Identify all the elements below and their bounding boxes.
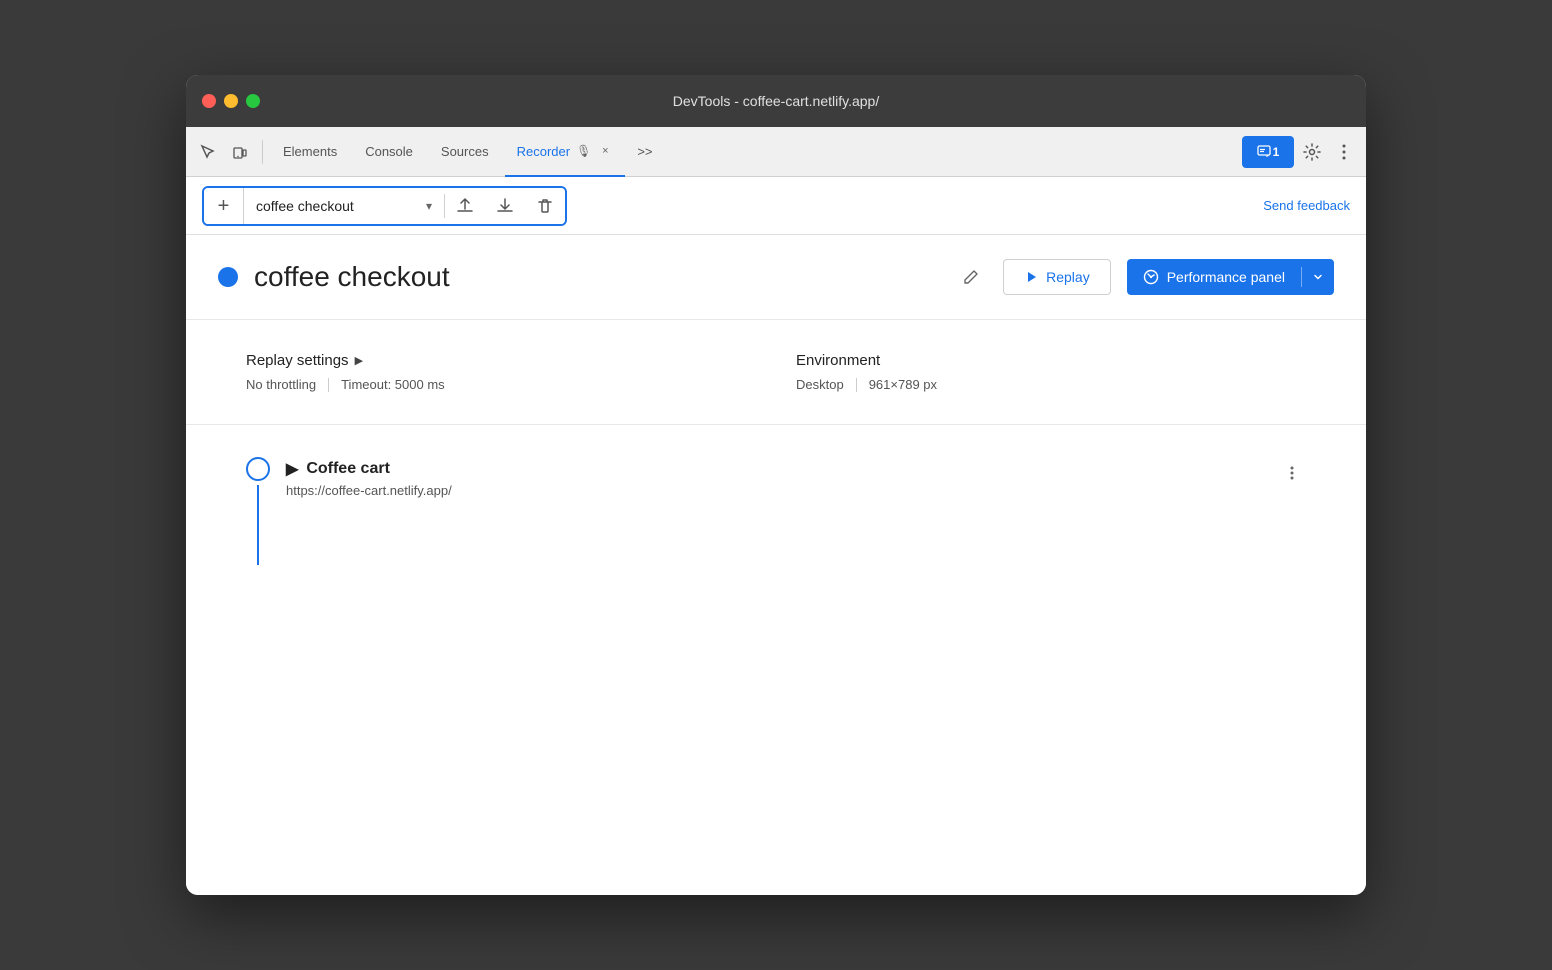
step-line <box>257 485 259 565</box>
tab-elements[interactable]: Elements <box>271 127 349 177</box>
recorder-pin-icon: 🎙 <box>576 144 591 158</box>
recording-status-indicator <box>218 267 238 287</box>
replay-button[interactable]: Replay <box>1003 259 1111 295</box>
environment-value-divider <box>856 378 857 392</box>
replay-settings-group: Replay settings ▶ No throttling Timeout:… <box>246 352 756 392</box>
export-recording-button[interactable] <box>445 188 485 224</box>
window-title: DevTools - coffee-cart.netlify.app/ <box>673 93 879 109</box>
toolbar-divider-1 <box>262 140 263 164</box>
inspect-element-button[interactable] <box>194 138 222 166</box>
replay-settings-values: No throttling Timeout: 5000 ms <box>246 377 756 392</box>
step-expand-icon: ▶ <box>286 459 298 479</box>
feedback-button[interactable]: 1 <box>1242 136 1294 168</box>
steps-section: ▶ Coffee cart https://coffee-cart.netlif… <box>186 425 1366 597</box>
performance-panel-dropdown[interactable] <box>1302 259 1334 295</box>
send-feedback-link[interactable]: Send feedback <box>1263 198 1350 213</box>
performance-panel-button[interactable]: Performance panel <box>1127 259 1334 295</box>
table-row: ▶ Coffee cart https://coffee-cart.netlif… <box>246 457 1306 565</box>
dropdown-arrow-icon: ▾ <box>426 199 432 213</box>
recorder-toolbar: + coffee checkout ▾ <box>186 177 1366 235</box>
settings-value-divider <box>328 378 329 392</box>
environment-group: Environment Desktop 961×789 px <box>796 352 1306 392</box>
settings-section: Replay settings ▶ No throttling Timeout:… <box>186 320 1366 425</box>
replay-settings-expand-icon: ▶ <box>355 354 363 367</box>
replay-settings-title[interactable]: Replay settings ▶ <box>246 352 756 369</box>
maximize-button[interactable] <box>246 94 260 108</box>
tab-console[interactable]: Console <box>353 127 425 177</box>
environment-title: Environment <box>796 352 1306 369</box>
device-mode-button[interactable] <box>226 138 254 166</box>
recorder-toolbar-inner: + coffee checkout ▾ <box>202 186 567 226</box>
recording-header: coffee checkout Replay <box>186 235 1366 320</box>
step-circle <box>246 457 270 481</box>
tab-recorder[interactable]: Recorder 🎙 × <box>505 127 626 177</box>
step-more-options-button[interactable] <box>1278 459 1306 487</box>
devtools-toolbar: Elements Console Sources Recorder 🎙 × >>… <box>186 127 1366 177</box>
environment-values: Desktop 961×789 px <box>796 377 1306 392</box>
more-tabs-button[interactable]: >> <box>629 138 660 166</box>
recorder-tab-close-button[interactable]: × <box>597 143 613 159</box>
performance-panel-main: Performance panel <box>1127 259 1301 295</box>
recording-name-label: coffee checkout <box>256 198 418 214</box>
step-title[interactable]: ▶ Coffee cart <box>286 459 1262 479</box>
devtools-more-button[interactable] <box>1330 138 1358 166</box>
step-content: ▶ Coffee cart https://coffee-cart.netlif… <box>286 457 1262 498</box>
step-timeline <box>246 457 270 565</box>
traffic-lights <box>202 94 260 108</box>
edit-recording-name-button[interactable] <box>955 261 987 293</box>
title-bar: DevTools - coffee-cart.netlify.app/ <box>186 75 1366 127</box>
minimize-button[interactable] <box>224 94 238 108</box>
delete-recording-button[interactable] <box>525 188 565 224</box>
devtools-settings-button[interactable] <box>1298 138 1326 166</box>
import-recording-button[interactable] <box>485 188 525 224</box>
add-recording-button[interactable]: + <box>204 188 244 224</box>
close-button[interactable] <box>202 94 216 108</box>
tab-sources[interactable]: Sources <box>429 127 501 177</box>
recording-dropdown[interactable]: coffee checkout ▾ <box>244 188 444 224</box>
devtools-window: DevTools - coffee-cart.netlify.app/ Elem… <box>186 75 1366 895</box>
step-url: https://coffee-cart.netlify.app/ <box>286 483 1262 498</box>
recording-title: coffee checkout <box>254 261 939 293</box>
recorder-content: coffee checkout Replay <box>186 235 1366 895</box>
